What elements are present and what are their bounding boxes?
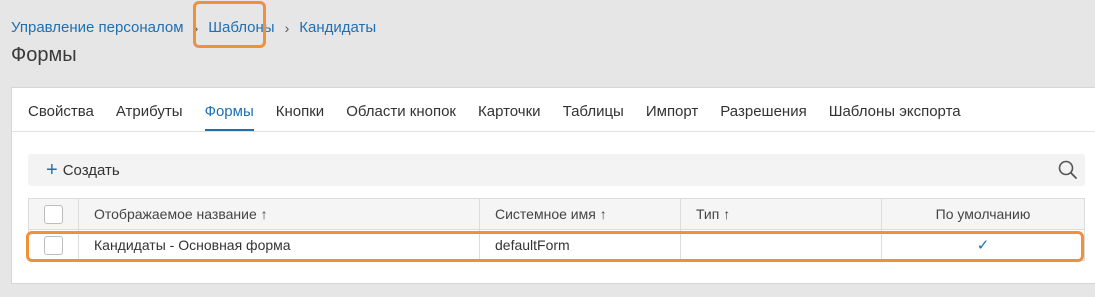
- plus-icon: +: [46, 159, 58, 181]
- row-select-cell: [28, 229, 79, 261]
- breadcrumb-item-candidates[interactable]: Кандидаты: [299, 19, 376, 36]
- create-button-label: Создать: [62, 161, 120, 179]
- breadcrumb-item-templates[interactable]: Шаблоны: [208, 19, 274, 36]
- breadcrumb: Управление персоналом › Шаблоны › Кандид…: [11, 19, 376, 36]
- tab-bar: Свойства Атрибуты Формы Кнопки Области к…: [12, 88, 1095, 132]
- toolbar: + Создать: [28, 154, 1085, 186]
- tab-cards[interactable]: Карточки: [478, 103, 541, 131]
- tab-button-areas[interactable]: Области кнопок: [346, 103, 456, 131]
- row-display-name: Кандидаты - Основная форма: [78, 229, 480, 261]
- tab-permissions[interactable]: Разрешения: [720, 103, 806, 131]
- forms-table: Отображаемое название ↑ Системное имя ↑ …: [28, 198, 1085, 261]
- create-button[interactable]: + Создать: [46, 160, 120, 180]
- column-type[interactable]: Тип ↑: [680, 198, 882, 230]
- column-display-name[interactable]: Отображаемое название ↑: [78, 198, 480, 230]
- row-checkbox[interactable]: [44, 235, 63, 255]
- tab-forms[interactable]: Формы: [204, 103, 254, 131]
- tab-buttons[interactable]: Кнопки: [276, 103, 324, 131]
- tab-tables[interactable]: Таблицы: [563, 103, 624, 131]
- chevron-right-icon: ›: [193, 19, 199, 36]
- search-icon[interactable]: [1057, 159, 1079, 181]
- page-title: Формы: [11, 44, 77, 66]
- main-panel: Свойства Атрибуты Формы Кнопки Области к…: [11, 87, 1095, 284]
- tab-properties[interactable]: Свойства: [28, 103, 94, 131]
- checkmark-icon: ✓: [976, 237, 990, 254]
- row-type: [680, 229, 882, 261]
- tab-import[interactable]: Импорт: [646, 103, 698, 131]
- table-row[interactable]: Кандидаты - Основная форма defaultForm ✓: [28, 229, 1085, 261]
- breadcrumb-item-hr[interactable]: Управление персоналом: [11, 19, 184, 36]
- tab-attributes[interactable]: Атрибуты: [116, 103, 183, 131]
- tab-export-templates[interactable]: Шаблоны экспорта: [829, 103, 961, 131]
- chevron-right-icon: ›: [284, 19, 290, 36]
- select-all-checkbox[interactable]: [44, 204, 63, 224]
- column-system-name[interactable]: Системное имя ↑: [479, 198, 681, 230]
- row-system-name: defaultForm: [479, 229, 681, 261]
- table-header-row: Отображаемое название ↑ Системное имя ↑ …: [28, 198, 1085, 230]
- select-all-cell: [28, 198, 79, 230]
- column-default: По умолчанию: [881, 198, 1085, 230]
- row-default-cell: ✓: [881, 229, 1085, 261]
